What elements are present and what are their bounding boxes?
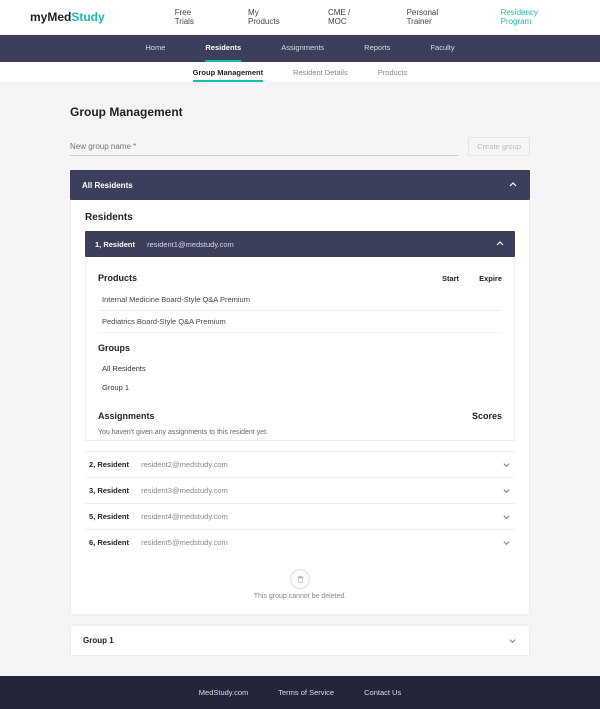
chevron-down-icon bbox=[502, 512, 511, 521]
scores-header: Scores bbox=[472, 411, 502, 421]
resident-email: resident3@medstudy.com bbox=[141, 486, 228, 495]
resident-detail-panel: Products Start Expire Internal Medicine … bbox=[85, 257, 515, 441]
tab-resident-details[interactable]: Resident Details bbox=[293, 68, 348, 82]
delete-disabled-text: This group cannot be deleted. bbox=[85, 593, 515, 600]
resident-row[interactable]: 3, Resident resident3@medstudy.com bbox=[85, 478, 515, 504]
logo-my: my bbox=[30, 10, 47, 24]
resident-email: resident2@medstudy.com bbox=[141, 460, 228, 469]
group-link[interactable]: Group 1 bbox=[98, 378, 502, 397]
nav-personal-trainer[interactable]: Personal Trainer bbox=[407, 8, 465, 26]
footer-tos[interactable]: Terms of Service bbox=[278, 688, 334, 697]
group-link[interactable]: All Residents bbox=[98, 359, 502, 378]
product-item: Internal Medicine Board-Style Q&A Premiu… bbox=[98, 289, 502, 311]
nav-my-products[interactable]: My Products bbox=[248, 8, 292, 26]
resident-row-expanded[interactable]: 1, Resident resident1@medstudy.com bbox=[85, 231, 515, 257]
resident-row[interactable]: 5, Resident resident4@medstudy.com bbox=[85, 504, 515, 530]
resident-row[interactable]: 2, Resident resident2@medstudy.com bbox=[85, 452, 515, 478]
tertiary-tabs: Group Management Resident Details Produc… bbox=[0, 62, 600, 83]
groups-header: Groups bbox=[98, 343, 502, 353]
all-residents-label: All Residents bbox=[82, 181, 133, 190]
resident-name: 3, Resident bbox=[89, 486, 129, 495]
group-1-header[interactable]: Group 1 bbox=[70, 625, 530, 656]
group-1-label: Group 1 bbox=[83, 636, 114, 645]
create-group-button[interactable]: Create group bbox=[468, 137, 530, 156]
subnav-assignments[interactable]: Assignments bbox=[281, 43, 324, 56]
tab-group-management[interactable]: Group Management bbox=[193, 68, 263, 82]
resident-email: resident4@medstudy.com bbox=[141, 512, 228, 521]
resident-name: 5, Resident bbox=[89, 512, 129, 521]
subnav-reports[interactable]: Reports bbox=[364, 43, 390, 56]
new-group-input[interactable] bbox=[70, 138, 458, 156]
trash-icon bbox=[290, 569, 310, 589]
footer: MedStudy.com Terms of Service Contact Us bbox=[0, 676, 600, 709]
resident-row[interactable]: 6, Resident resident5@medstudy.com bbox=[85, 530, 515, 555]
subnav-home[interactable]: Home bbox=[145, 43, 165, 56]
tab-products[interactable]: Products bbox=[378, 68, 408, 82]
delete-group-block: This group cannot be deleted. bbox=[85, 569, 515, 600]
assignments-header: Assignments bbox=[98, 411, 155, 421]
chevron-up-icon bbox=[495, 239, 505, 249]
all-residents-header[interactable]: All Residents bbox=[70, 170, 530, 200]
resident-email: resident1@medstudy.com bbox=[147, 240, 234, 249]
footer-contact[interactable]: Contact Us bbox=[364, 688, 401, 697]
chevron-down-icon bbox=[502, 460, 511, 469]
products-header: Products bbox=[98, 273, 137, 283]
resident-name: 1, Resident bbox=[95, 240, 135, 249]
product-item: Pediatrics Board-Style Q&A Premium bbox=[98, 311, 502, 333]
nav-residency-program[interactable]: Residency Program bbox=[501, 8, 570, 26]
logo-med: Med bbox=[47, 10, 71, 24]
logo-study: Study bbox=[71, 10, 104, 24]
col-expire: Expire bbox=[479, 274, 502, 283]
chevron-down-icon bbox=[508, 636, 517, 645]
chevron-down-icon bbox=[502, 486, 511, 495]
chevron-down-icon bbox=[502, 538, 511, 547]
nav-free-trials[interactable]: Free Trials bbox=[175, 8, 212, 26]
assignments-empty-text: You haven't given any assignments to thi… bbox=[98, 429, 502, 436]
resident-email: resident5@medstudy.com bbox=[141, 538, 228, 547]
residents-section-title: Residents bbox=[85, 212, 515, 223]
chevron-up-icon bbox=[508, 180, 518, 190]
resident-name: 2, Resident bbox=[89, 460, 129, 469]
top-nav: Free Trials My Products CME / MOC Person… bbox=[175, 8, 570, 26]
resident-name: 6, Resident bbox=[89, 538, 129, 547]
main-content: Group Management Create group All Reside… bbox=[70, 83, 530, 676]
col-start: Start bbox=[442, 274, 459, 283]
new-group-row: Create group bbox=[70, 137, 530, 156]
logo[interactable]: myMedStudy bbox=[30, 10, 105, 24]
sub-nav: Home Residents Assignments Reports Facul… bbox=[0, 35, 600, 62]
page-title: Group Management bbox=[70, 105, 530, 119]
footer-medstudy[interactable]: MedStudy.com bbox=[199, 688, 248, 697]
subnav-residents[interactable]: Residents bbox=[205, 43, 241, 56]
top-header: myMedStudy Free Trials My Products CME /… bbox=[0, 0, 600, 35]
subnav-faculty[interactable]: Faculty bbox=[430, 43, 454, 56]
nav-cme-moc[interactable]: CME / MOC bbox=[328, 8, 371, 26]
all-residents-panel: Residents 1, Resident resident1@medstudy… bbox=[70, 200, 530, 615]
